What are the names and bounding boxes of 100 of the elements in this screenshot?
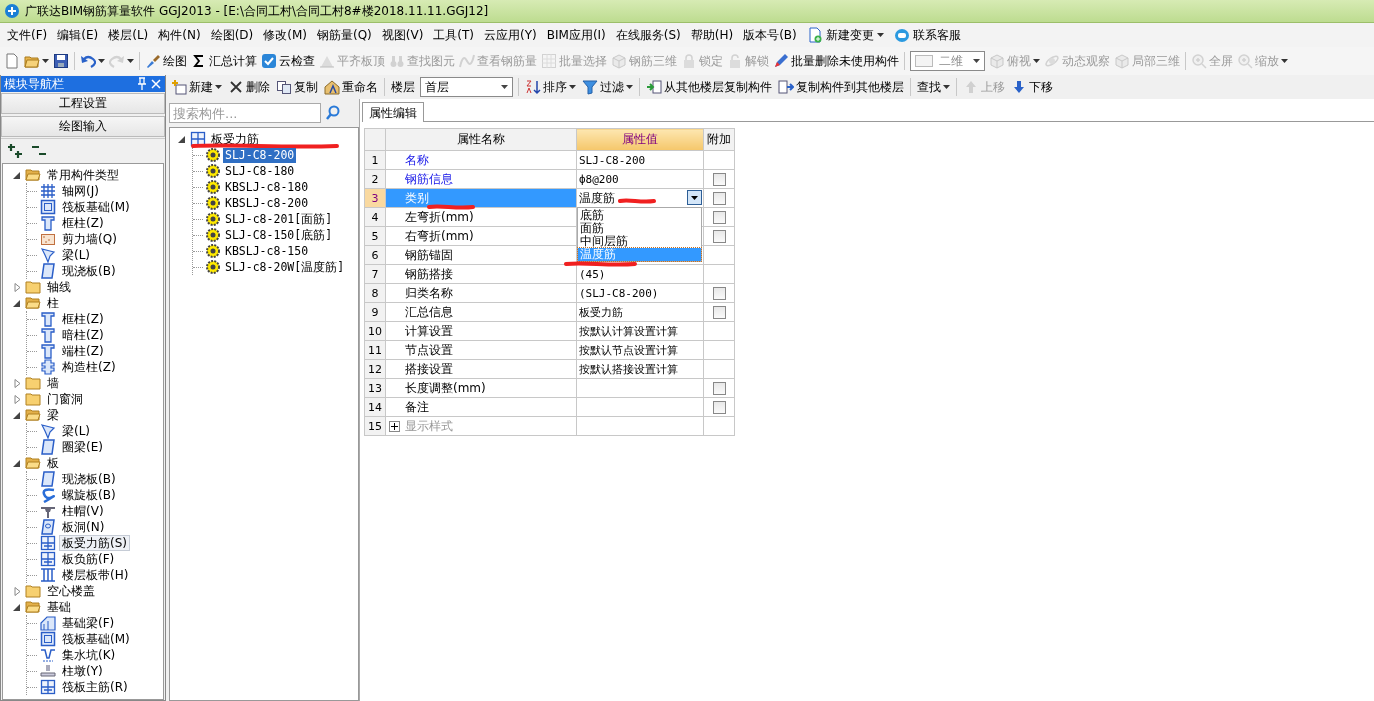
menu-item[interactable]: 版本号(B) <box>738 24 802 46</box>
toolbar-button[interactable]: 复制构件到其他楼层 <box>775 76 907 98</box>
module-button[interactable]: 绘图输入 <box>1 116 165 137</box>
toolbar-button[interactable]: 汇总计算 <box>189 50 259 72</box>
tree-toggle[interactable] <box>13 394 22 404</box>
tree-item[interactable]: 板受力筋(S) <box>59 535 130 551</box>
tree-item[interactable]: 筏板基础(M) <box>59 199 133 215</box>
tree-item[interactable]: 现浇板(B) <box>59 471 119 487</box>
checkbox[interactable] <box>712 306 726 319</box>
tree-item[interactable]: 板洞(N) <box>59 519 108 535</box>
menu-item[interactable]: 编辑(E) <box>52 24 104 46</box>
tree-toggle[interactable] <box>178 134 187 144</box>
tree-item[interactable]: 螺旋板(B) <box>59 487 119 503</box>
tree-item[interactable]: 梁(L) <box>59 247 94 263</box>
tree-toggle[interactable] <box>13 170 22 180</box>
tree-item[interactable]: 轴网(J) <box>59 183 102 199</box>
tree-item[interactable]: 基础梁(F) <box>59 615 118 631</box>
toolbar-button[interactable]: 绘图 <box>143 50 189 72</box>
tree-item[interactable]: 圈梁(E) <box>59 439 106 455</box>
tree-item[interactable]: 框柱(Z) <box>59 215 107 231</box>
tree-item[interactable]: 集水坑(K) <box>59 647 119 663</box>
toolbar-button[interactable]: 查找 <box>914 76 953 98</box>
tree-item[interactable]: KBSLJ-c8-180 <box>223 179 311 195</box>
checkbox[interactable] <box>712 287 726 300</box>
menu-item[interactable]: 联系客服 <box>888 24 966 46</box>
menu-item[interactable]: 工具(T) <box>428 24 480 46</box>
tree-toggle[interactable] <box>13 458 22 468</box>
menu-item[interactable]: 在线服务(S) <box>610 24 686 46</box>
tree-toggle[interactable] <box>13 410 22 420</box>
tree-item[interactable]: KBSLJ-c8-200 <box>223 195 311 211</box>
toolbar-button[interactable]: 删除 <box>225 76 273 98</box>
tree-item[interactable]: 筏板主筋(R) <box>59 679 131 695</box>
tree-item[interactable]: 剪力墙(Q) <box>59 231 120 247</box>
tree-item[interactable]: 板受力筋 <box>209 131 261 147</box>
tree-toggle[interactable] <box>13 378 22 388</box>
tree-item[interactable]: 端柱(Z) <box>59 343 107 359</box>
toolbar-button[interactable]: 批量删除未使用构件 <box>771 50 901 72</box>
tree-item[interactable]: 门窗洞 <box>44 391 86 407</box>
toolbar-button[interactable]: 云检查 <box>259 50 317 72</box>
tree-item[interactable]: 梁(L) <box>59 423 94 439</box>
tree-item[interactable]: 柱墩(Y) <box>59 663 106 679</box>
toolbar-button[interactable]: 复制 <box>273 76 321 98</box>
folder-icon <box>25 167 41 183</box>
tree-item[interactable]: 现浇板(B) <box>59 263 119 279</box>
menu-item[interactable]: 钢筋量(Q) <box>311 24 377 46</box>
checkbox[interactable] <box>712 192 726 205</box>
search-field[interactable]: 搜索构件... <box>169 103 321 123</box>
menu-item[interactable]: BIM应用(I) <box>541 24 611 46</box>
checkbox[interactable] <box>712 211 726 224</box>
tree-toggle[interactable] <box>13 298 22 308</box>
dropdown-caret-icon <box>569 85 576 89</box>
menu-item[interactable]: 构件(N) <box>153 24 206 46</box>
toolbar-button[interactable]: 排序 <box>522 76 579 98</box>
tree-item[interactable]: 暗柱(Z) <box>59 327 107 343</box>
dropdown-button[interactable] <box>687 190 702 205</box>
tree-item[interactable]: 构造柱(Z) <box>59 359 119 375</box>
menu-item[interactable]: 新建变更 <box>801 24 889 46</box>
checkbox[interactable] <box>712 382 726 395</box>
module-button[interactable]: 工程设置 <box>1 93 165 114</box>
tree-toggle[interactable] <box>13 602 22 612</box>
toolbar-button[interactable]: 重命名 <box>321 76 381 98</box>
tree-item[interactable]: 梁 <box>44 407 62 423</box>
dropdown-option[interactable]: 面筋 <box>578 222 701 235</box>
tree-item[interactable]: 墙 <box>44 375 62 391</box>
checkbox[interactable] <box>712 401 726 414</box>
tree-item[interactable]: 框柱(Z) <box>59 311 107 327</box>
tree-item[interactable]: 基础 <box>44 599 74 615</box>
tree-item[interactable]: 楼层板带(H) <box>59 567 132 583</box>
tree-item[interactable]: 板 <box>44 455 62 471</box>
tree-item[interactable]: SLJ-C8-180 <box>223 163 297 179</box>
menu-item[interactable]: 绘图(D) <box>205 24 259 46</box>
tree-item[interactable]: SLJ-c8-20W[温度筋] <box>223 259 347 275</box>
tree-item[interactable]: SLJ-C8-150[底筋] <box>223 227 335 243</box>
dropdown-caret-icon <box>98 59 105 63</box>
tree-item[interactable]: 板负筋(F) <box>59 551 118 567</box>
tree-item[interactable]: 常用构件类型 <box>44 167 122 183</box>
tree-toggle[interactable] <box>13 282 22 292</box>
tree-item[interactable]: SLJ-c8-201[面筋] <box>223 211 335 227</box>
menu-item[interactable]: 云应用(Y) <box>479 24 542 46</box>
tree-item[interactable]: KBSLJ-c8-150 <box>223 243 311 259</box>
tree-item[interactable]: 柱帽(V) <box>59 503 107 519</box>
dropdown-caret-icon <box>1033 59 1040 63</box>
checkbox[interactable] <box>712 173 726 186</box>
tree-toggle[interactable] <box>13 586 22 596</box>
toolbar-button[interactable]: 下移 <box>1008 76 1056 98</box>
menu-item[interactable]: 楼层(L) <box>103 24 154 46</box>
menu-item[interactable]: 视图(V) <box>376 24 429 46</box>
menu-item[interactable]: 修改(M) <box>258 24 312 46</box>
tree-item[interactable]: 空心楼盖 <box>44 583 98 599</box>
tab[interactable]: 属性编辑 <box>362 102 424 122</box>
tree-item[interactable]: 轴线 <box>44 279 74 295</box>
tree-item[interactable]: 柱 <box>44 295 62 311</box>
menu-item[interactable]: 文件(F) <box>2 24 53 46</box>
toolbar-button[interactable]: 从其他楼层复制构件 <box>643 76 775 98</box>
menu-item[interactable]: 帮助(H) <box>685 24 739 46</box>
checkbox[interactable] <box>712 230 726 243</box>
toolbar-button[interactable]: 过滤 <box>579 76 636 98</box>
view-select[interactable]: 首层 <box>420 77 513 97</box>
tree-item[interactable]: 筏板基础(M) <box>59 631 133 647</box>
toolbar-button[interactable]: 新建 <box>168 76 225 98</box>
